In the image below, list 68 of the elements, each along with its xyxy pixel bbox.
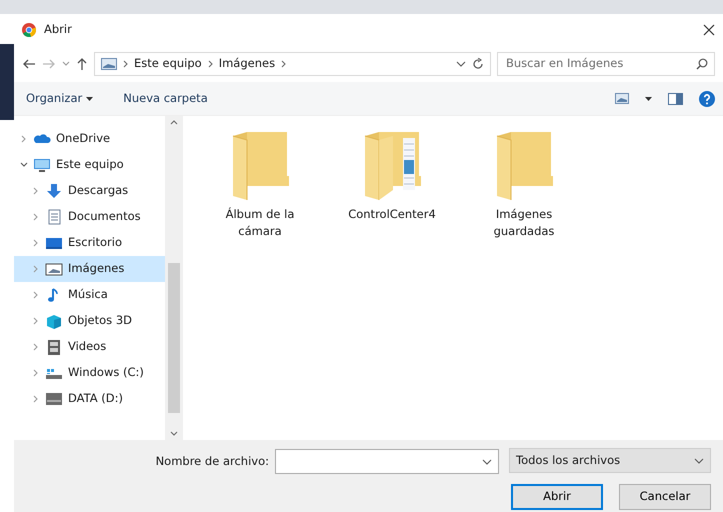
up-icon[interactable] [76, 57, 88, 71]
tree-item[interactable]: Documentos [14, 204, 165, 230]
open-button[interactable]: Abrir [511, 484, 603, 510]
tree-item[interactable]: DATA (D:) [14, 386, 165, 412]
cube-icon [45, 313, 63, 329]
tree-item[interactable]: OneDrive [14, 126, 165, 152]
cancel-button[interactable]: Cancelar [619, 484, 711, 510]
scroll-up-icon[interactable] [170, 120, 178, 125]
tree-item[interactable]: Windows (C:) [14, 360, 165, 386]
chevron-right-icon[interactable] [32, 239, 40, 247]
picture-icon [45, 261, 63, 277]
breadcrumb-link[interactable]: Este equipo [134, 55, 202, 73]
search-field[interactable]: Buscar en Imágenes [504, 54, 696, 74]
dropdown-icon[interactable] [482, 458, 492, 465]
drive-icon [45, 391, 63, 407]
refresh-icon[interactable] [472, 58, 484, 70]
tree-item[interactable]: Objetos 3D [14, 308, 165, 334]
chevron-right-icon[interactable] [20, 135, 28, 143]
chevron-right-icon[interactable] [32, 291, 40, 299]
chevron-right-icon[interactable] [32, 213, 40, 221]
close-icon[interactable] [703, 24, 715, 36]
filename-label: Nombre de archivo: [156, 453, 269, 470]
file-type-dropdown[interactable]: Todos los archivos [509, 448, 711, 473]
dropdown-icon [694, 458, 704, 464]
chrome-icon [22, 23, 36, 37]
film-icon [45, 339, 63, 355]
tree-item[interactable]: Escritorio [14, 230, 165, 256]
help-icon[interactable] [699, 90, 715, 106]
organize-button[interactable]: Organizar [22, 88, 98, 110]
search-box[interactable]: Buscar en Imágenes [497, 52, 715, 76]
filename-field[interactable] [275, 449, 499, 474]
tree-item[interactable]: Videos [14, 334, 165, 360]
chevron-icon [208, 60, 213, 68]
chevron-icon [281, 60, 286, 68]
chevron-right-icon[interactable] [32, 395, 40, 403]
chevron-right-icon[interactable] [32, 369, 40, 377]
tree-item[interactable]: Música [14, 282, 165, 308]
back-icon[interactable] [22, 58, 36, 70]
download-icon [45, 183, 63, 199]
preview-pane-icon[interactable] [668, 92, 683, 104]
file-name[interactable]: ControlCenter4 [348, 206, 436, 224]
new-folder-button[interactable]: Nueva carpeta [119, 88, 212, 110]
picture-folder-icon [101, 58, 117, 70]
caret-icon [86, 96, 94, 100]
chevron-down-icon[interactable] [20, 162, 28, 168]
chevron-right-icon[interactable] [32, 187, 40, 195]
file-name[interactable]: Álbum de la cámara [213, 206, 307, 240]
desktop-icon [45, 235, 63, 251]
chevron-right-icon[interactable] [32, 265, 40, 273]
file-name[interactable]: Imágenes guardadas [477, 206, 571, 240]
search-icon[interactable] [696, 58, 708, 70]
tree-item[interactable]: Este equipo [14, 152, 165, 178]
scroll-down-icon[interactable] [170, 431, 178, 436]
window-title: Abrir [44, 21, 73, 38]
dropdown-icon[interactable] [456, 61, 466, 67]
monitor-icon [33, 157, 51, 173]
chevron-right-icon[interactable] [32, 343, 40, 351]
scrollbar-thumb[interactable] [168, 263, 180, 413]
chevron-icon [123, 60, 128, 68]
caret-icon[interactable] [645, 96, 652, 100]
tree-item[interactable]: Descargas [14, 178, 165, 204]
address-bar[interactable]: Este equipo Imágenes [94, 52, 491, 76]
breadcrumb-link[interactable]: Imágenes [218, 55, 276, 73]
tree-item[interactable]: Imágenes [14, 256, 165, 282]
scrollbar[interactable] [165, 116, 183, 440]
chevron-right-icon[interactable] [32, 317, 40, 325]
view-icon[interactable] [615, 93, 629, 104]
forward-icon[interactable] [42, 58, 56, 70]
